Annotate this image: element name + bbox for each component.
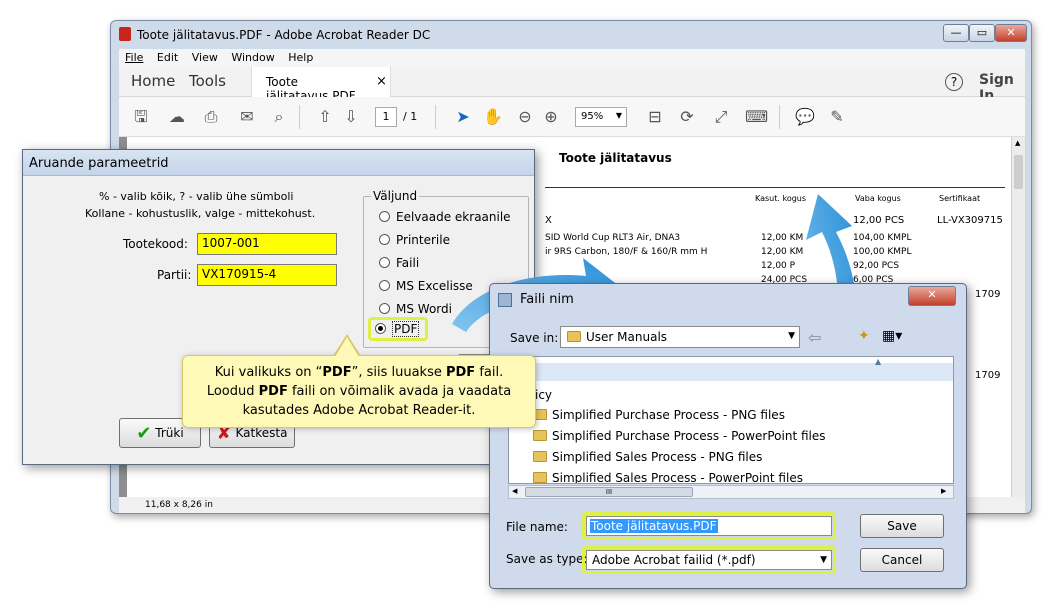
save-file-dialog: Faili nim ✕ Save in: User Manuals ▼ ⇦ ✦ … <box>489 283 967 589</box>
save-type-highlight: Adobe Acrobat failid (*.pdf) ▼ <box>582 546 836 574</box>
callout-line-1: Kui valikuks on “PDF”, siis luuakse PDF … <box>214 365 504 380</box>
list-header-row <box>509 363 953 381</box>
list-item[interactable]: Simplified Sales Process - PNG files <box>533 447 762 467</box>
folder-icon <box>567 331 581 342</box>
back-arrow-icon[interactable]: ⇦ <box>808 328 821 347</box>
save-in-label: Save in: <box>510 331 559 345</box>
chevron-down-icon: ▼ <box>820 555 827 565</box>
info-callout: Kui valikuks on “PDF”, siis luuakse PDF … <box>182 334 536 428</box>
folder-icon <box>533 430 547 441</box>
horizontal-scrollbar[interactable]: ◀ III ▶ <box>508 485 954 499</box>
callout-pointer-fill <box>335 337 359 357</box>
save-type-value: Adobe Acrobat failid (*.pdf) <box>592 553 756 567</box>
save-dialog-icon <box>498 293 512 307</box>
filename-value: Toote jälitatavus.PDF <box>590 519 718 533</box>
callout-line-3: kasutades Adobe Acrobat Reader-it. <box>242 403 476 418</box>
folder-icon <box>533 451 547 462</box>
list-item[interactable]: Simplified Sales Process - PowerPoint fi… <box>533 468 803 483</box>
save-button[interactable]: Save <box>860 514 944 538</box>
save-type-select[interactable]: Adobe Acrobat failid (*.pdf) ▼ <box>586 550 832 570</box>
save-type-label: Save as type: <box>506 552 588 566</box>
list-item[interactable]: Simplified Purchase Process - PNG files <box>533 405 785 425</box>
view-menu-icon[interactable]: ▦▾ <box>882 328 902 344</box>
filename-highlight: Toote jälitatavus.PDF <box>582 512 836 540</box>
cancel-save-button[interactable]: Cancel <box>860 548 944 572</box>
scroll-thumb[interactable]: III <box>525 487 693 497</box>
new-folder-icon[interactable]: ✦ <box>858 328 870 344</box>
list-item[interactable]: Simplified Purchase Process - PowerPoint… <box>533 426 826 446</box>
scroll-right-icon[interactable]: ▶ <box>941 487 946 495</box>
filename-input[interactable]: Toote jälitatavus.PDF <box>586 516 832 536</box>
save-close-button[interactable]: ✕ <box>908 286 956 306</box>
save-in-select[interactable]: User Manuals ▼ <box>560 326 800 348</box>
list-item[interactable]: icy <box>535 385 552 405</box>
sort-arrow-icon: ▲ <box>875 357 882 366</box>
folder-icon <box>533 472 547 483</box>
save-dialog-title: Faili nim <box>520 292 574 307</box>
filename-label: File name: <box>506 520 568 534</box>
file-list: ▲ icy Simplified Purchase Process - PNG … <box>508 356 954 484</box>
callout-line-2: Loodud PDF faili on võimalik avada ja va… <box>206 384 512 399</box>
scroll-left-icon[interactable]: ◀ <box>512 487 517 495</box>
chevron-down-icon: ▼ <box>788 331 795 341</box>
